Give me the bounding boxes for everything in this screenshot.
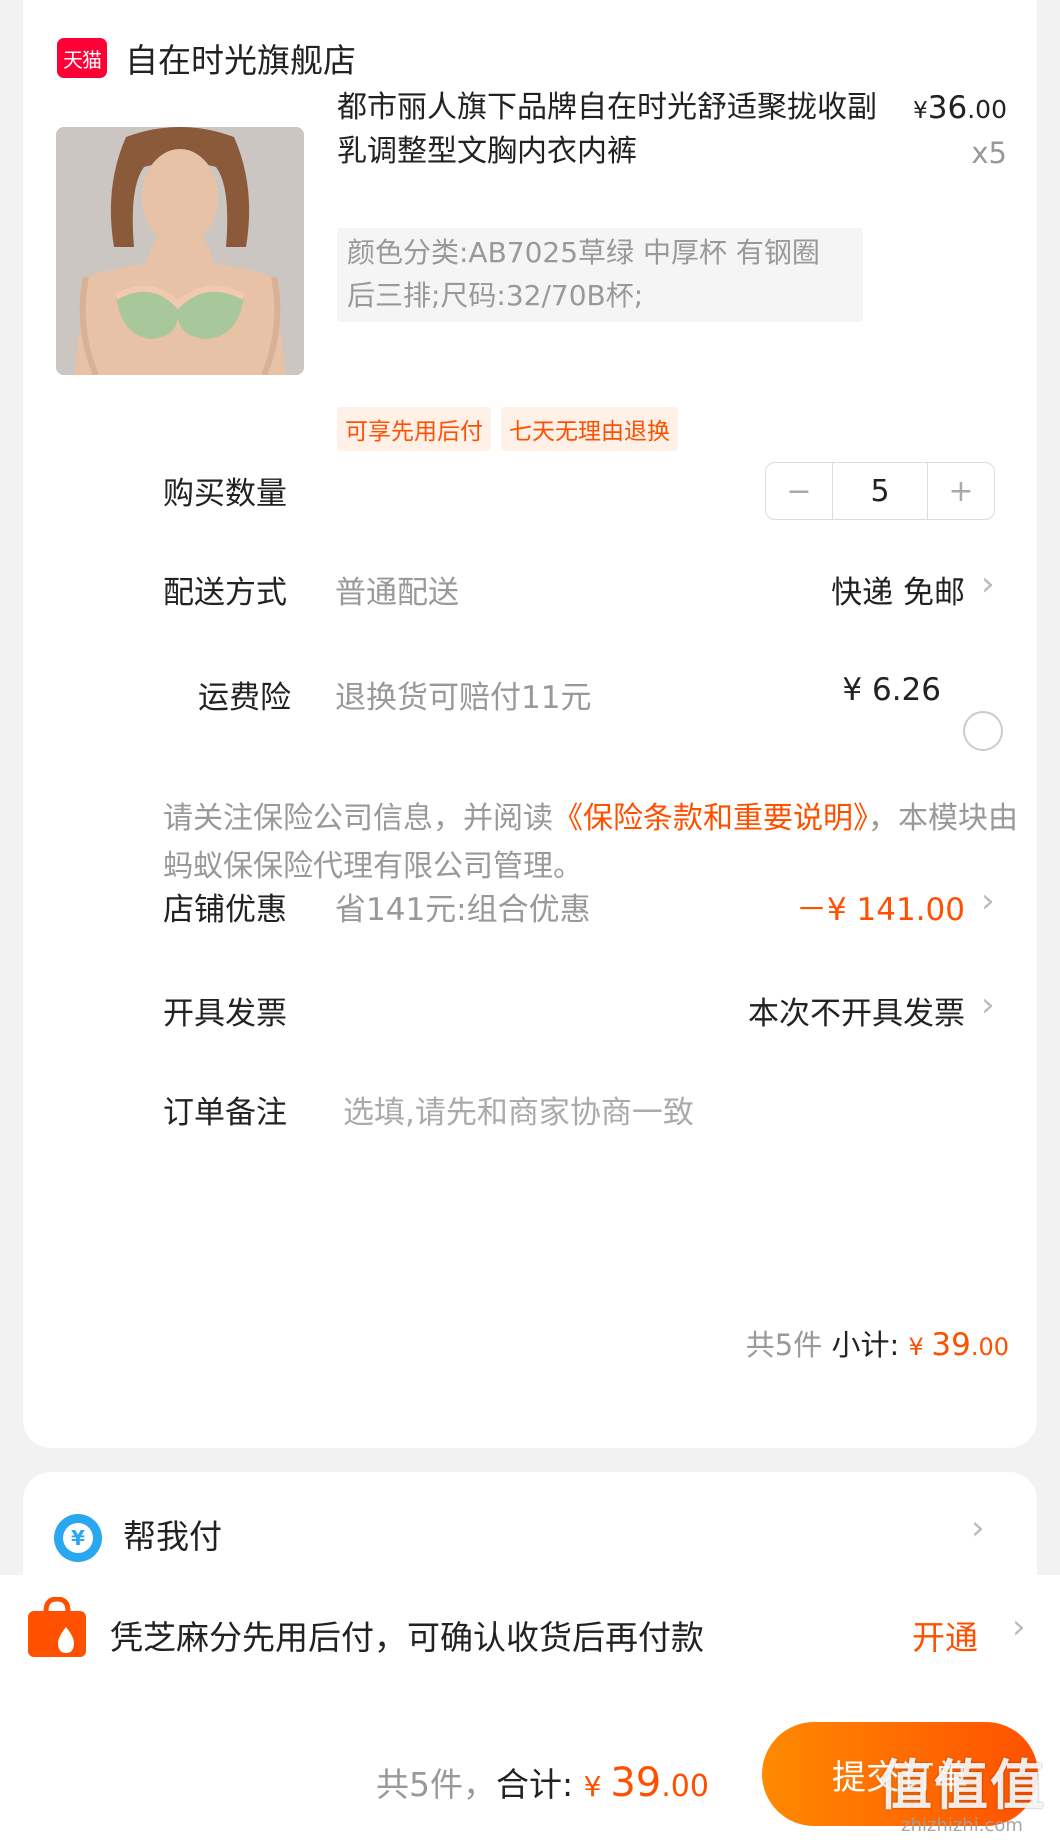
delivery-chevron-icon[interactable]: › [981, 564, 995, 604]
insurance-terms-link[interactable]: 《保险条款和重要说明》 [553, 801, 868, 836]
price-decimal: .00 [967, 95, 1007, 124]
total-currency: ¥ [583, 1770, 611, 1803]
product-title[interactable]: 都市丽人旗下品牌自在时光舒适聚拢收副乳调整型文胸内衣内裤 [337, 86, 877, 174]
tag-pay-later: 可享先用后付 [337, 407, 491, 451]
subtotal-currency: ¥ [908, 1333, 932, 1361]
discount-chevron-icon[interactable]: › [981, 881, 995, 921]
price-integer: 36 [927, 90, 968, 126]
help-pay-chevron-icon[interactable]: › [971, 1508, 985, 1548]
yuan-coin-icon: ¥ [54, 1514, 102, 1562]
order-card: 天猫 自在时光旗舰店 都市丽人旗下品牌自在时光舒适聚拢收副乳调整型文胸内衣内裤 … [23, 0, 1037, 1448]
quantity-label: 购买数量 [163, 476, 287, 512]
tmall-logo: 天猫 [57, 38, 107, 78]
total-count: 共5件， [376, 1765, 496, 1804]
watermark-url: zhizhizhi.com [901, 1815, 1023, 1836]
credit-chevron-icon[interactable]: › [1012, 1607, 1026, 1647]
invoice-value[interactable]: 本次不开具发票 [748, 988, 965, 1033]
insurance-notice: 请关注保险公司信息，并阅读《保险条款和重要说明》，本模块由蚂蚁保保险代理有限公司… [163, 795, 1023, 891]
credit-pay-bar[interactable]: 凭芝麻分先用后付，可确认收货后再付款 开通 › [0, 1575, 1060, 1700]
tag-seven-day-return: 七天无理由退换 [501, 407, 678, 451]
total-integer: 39 [610, 1760, 662, 1806]
help-pay-label: 帮我付 [123, 1517, 222, 1556]
checkout-bar: 共5件，合计: ¥ 39.00 提交订单 值值值 zhizhizhi.com [0, 1700, 1060, 1848]
shop-name: 自在时光旗舰店 [125, 41, 356, 80]
subtotal: 共5件 小计: ¥ 39.00 [746, 1322, 1009, 1364]
discount-label: 店铺优惠 [163, 892, 287, 928]
delivery-value[interactable]: 快递 免邮 [831, 567, 965, 612]
subtotal-label: 小计: [822, 1328, 909, 1362]
quantity-value[interactable]: 5 [832, 463, 928, 519]
site-watermark: 值值值 zhizhizhi.com [878, 1755, 1046, 1836]
price-currency: ¥ [913, 98, 928, 124]
discount-sub: 省141元:组合优惠 [335, 892, 591, 928]
yuan-glyph: ¥ [63, 1523, 93, 1553]
quantity-stepper[interactable]: − 5 + [765, 462, 995, 520]
notice-prefix: 请关注保险公司信息，并阅读 [163, 801, 553, 836]
total-label: 合计: [496, 1765, 584, 1804]
shop-header[interactable]: 天猫 自在时光旗舰店 [57, 30, 356, 86]
unit-price: ¥36.00 [913, 90, 1007, 126]
subtotal-decimal: .00 [970, 1333, 1009, 1361]
discount-value[interactable]: －¥ 141.00 [796, 884, 965, 929]
subtotal-count: 共5件 [745, 1328, 823, 1362]
remark-label: 订单备注 [163, 1095, 287, 1131]
total-decimal: .00 [661, 1769, 709, 1804]
subtotal-integer: 39 [931, 1327, 971, 1363]
credit-open-button[interactable]: 开通 [912, 1611, 978, 1659]
shopping-bag-icon [28, 1597, 86, 1657]
insurance-sub: 退换货可赔付11元 [335, 680, 592, 716]
product-photo-illustration [56, 127, 304, 375]
order-total: 共5件，合计: ¥ 39.00 [376, 1758, 709, 1806]
insurance-label: 运费险 [198, 680, 291, 716]
credit-pay-text: 凭芝麻分先用后付，可确认收货后再付款 [110, 1618, 704, 1657]
decrease-button[interactable]: − [766, 463, 832, 519]
increase-button[interactable]: + [928, 463, 994, 519]
delivery-sub: 普通配送 [335, 575, 459, 611]
product-image[interactable] [56, 127, 304, 375]
watermark-logo-text: 值值值 [878, 1753, 1046, 1817]
remark-input[interactable]: 选填,请先和商家协商一致 [343, 1087, 694, 1132]
invoice-chevron-icon[interactable]: › [981, 985, 995, 1025]
insurance-radio[interactable] [963, 711, 1003, 751]
delivery-label: 配送方式 [163, 575, 287, 611]
item-quantity: x5 [971, 136, 1007, 170]
service-tags: 可享先用后付 七天无理由退换 [337, 407, 678, 451]
sku-spec[interactable]: 颜色分类:AB7025草绿 中厚杯 有钢圈 后三排;尺码:32/70B杯; [337, 228, 863, 322]
insurance-price: ¥ 6.26 [842, 672, 941, 708]
invoice-label: 开具发票 [163, 996, 287, 1032]
